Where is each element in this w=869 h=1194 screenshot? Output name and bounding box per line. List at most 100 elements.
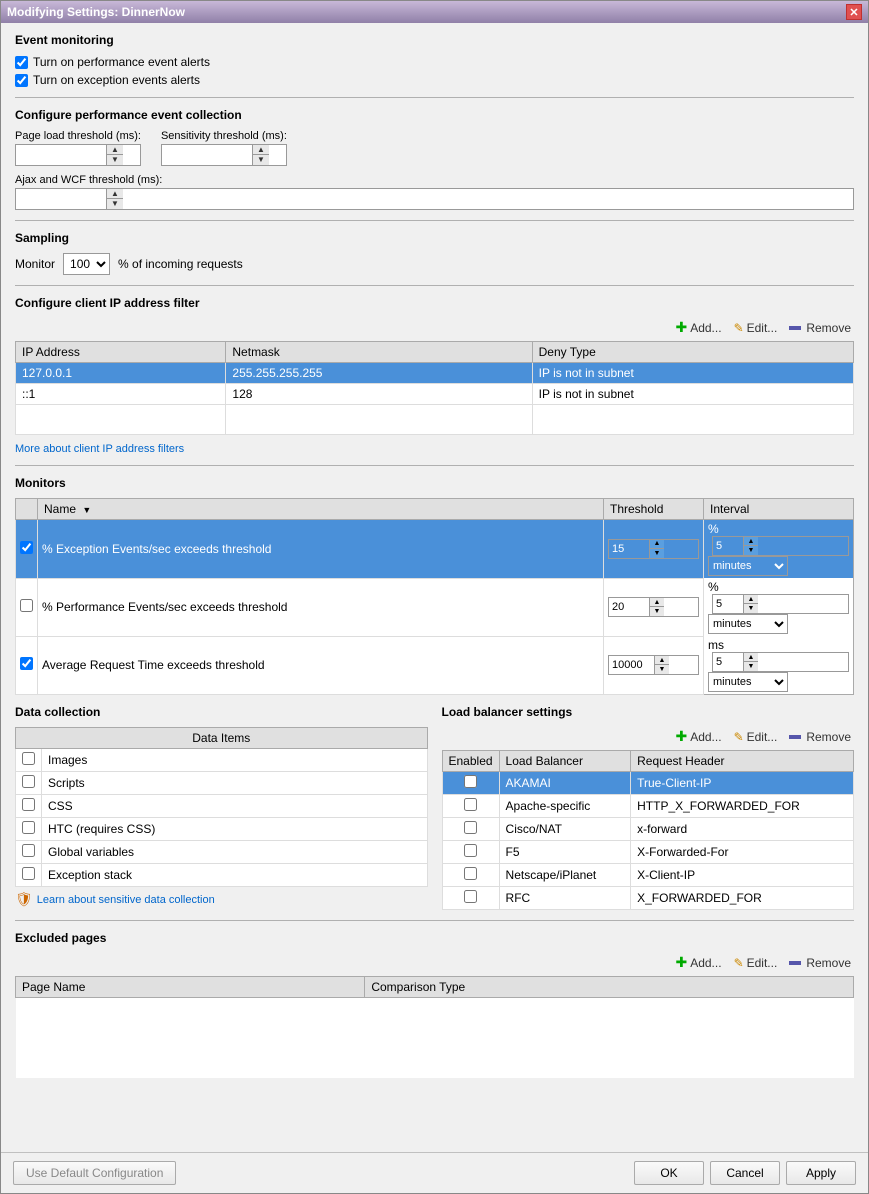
mon-row1-threshold[interactable] (609, 540, 649, 558)
ip-add-button[interactable]: ✚ Add... (672, 318, 724, 337)
table-row[interactable]: RFC X_FORWARDED_FOR (442, 887, 854, 910)
mon-row2-thresh-up[interactable]: ▲ (650, 598, 664, 607)
ajax-field: Ajax and WCF threshold (ms): 5000 ▲ ▼ (15, 174, 854, 210)
mon-row3-threshold[interactable] (609, 656, 654, 674)
page-load-down[interactable]: ▼ (107, 155, 123, 165)
add-icon: ✚ (675, 728, 687, 745)
ajax-down[interactable]: ▼ (107, 199, 123, 209)
lb-row6-check[interactable] (464, 890, 477, 903)
ajax-up[interactable]: ▲ (107, 189, 123, 199)
lb-row3-check[interactable] (464, 821, 477, 834)
table-row[interactable]: Netscape/iPlanet X-Client-IP (442, 864, 854, 887)
ip-more-link[interactable]: More about client IP address filters (15, 443, 184, 455)
table-row[interactable]: 127.0.0.1 255.255.255.255 IP is not in s… (16, 363, 854, 384)
mon-row1-thresh-down[interactable]: ▼ (650, 549, 664, 558)
list-item: Images (16, 749, 428, 772)
divider-4 (15, 465, 854, 466)
window-title: Modifying Settings: DinnerNow (7, 5, 185, 19)
ip-row1-deny: IP is not in subnet (532, 363, 853, 384)
mon-row2-interval-unit[interactable]: minutes (708, 614, 788, 634)
mon-row3-check[interactable] (20, 657, 33, 670)
mon-row3-thresh-down[interactable]: ▼ (655, 665, 669, 674)
perf-alerts-checkbox[interactable] (15, 56, 28, 69)
ip-add-label: Add... (690, 321, 721, 335)
learn-link[interactable]: Learn about sensitive data collection (37, 894, 215, 906)
mon-row2-thresh-down[interactable]: ▼ (650, 607, 664, 616)
ip-remove-button[interactable]: Remove (786, 320, 854, 336)
table-row[interactable]: % Performance Events/sec exceeds thresho… (16, 578, 854, 636)
lb-row2-check[interactable] (464, 798, 477, 811)
data-scripts-check[interactable] (22, 775, 35, 788)
mon-row2-check[interactable] (20, 599, 33, 612)
sensitivity-down[interactable]: ▼ (253, 155, 269, 165)
lb-col-enabled: Enabled (442, 751, 499, 772)
table-row[interactable]: Average Request Time exceeds threshold ▲… (16, 636, 854, 695)
mon-row1-interval-up[interactable]: ▲ (744, 537, 758, 546)
data-global-check[interactable] (22, 844, 35, 857)
mon-row3-interval-down[interactable]: ▼ (744, 662, 758, 671)
table-row[interactable]: F5 X-Forwarded-For (442, 841, 854, 864)
mon-row1-interval-unit[interactable]: minutes (708, 556, 788, 576)
table-row[interactable]: AKAMAI True-Client-IP (442, 772, 854, 795)
lb-row1-check[interactable] (464, 775, 477, 788)
excluded-add-button[interactable]: ✚ Add... (672, 953, 724, 972)
data-exception-check[interactable] (22, 867, 35, 880)
mon-row2-interval-spin: ▲ ▼ (712, 594, 849, 614)
sampling-select[interactable]: 100 50 25 10 1 (63, 253, 110, 275)
lb-remove-button[interactable]: Remove (786, 729, 854, 745)
mon-row3-interval[interactable] (713, 653, 743, 671)
table-row[interactable]: ::1 128 IP is not in subnet (16, 384, 854, 405)
ok-button[interactable]: OK (634, 1161, 704, 1185)
cancel-button[interactable]: Cancel (710, 1161, 780, 1185)
data-scripts-label: Scripts (42, 772, 428, 795)
table-row[interactable]: % Exception Events/sec exceeds threshold… (16, 520, 854, 579)
page-load-input[interactable]: 15000 (16, 145, 106, 165)
divider-2 (15, 220, 854, 221)
mon-row2-threshold[interactable] (609, 598, 649, 616)
monitors-table: Name ▼ Threshold Interval % Exception Ev… (15, 498, 854, 695)
table-row[interactable]: Apache-specific HTTP_X_FORWARDED_FOR (442, 795, 854, 818)
mon-row3-interval-unit[interactable]: minutes (708, 672, 788, 692)
mon-row2-interval-down[interactable]: ▼ (744, 604, 758, 613)
lb-row4-name: F5 (499, 841, 631, 864)
ajax-input[interactable]: 5000 (16, 189, 106, 209)
divider-5 (15, 920, 854, 921)
lb-row4-check[interactable] (464, 844, 477, 857)
exception-alerts-checkbox[interactable] (15, 74, 28, 87)
mon-row1-thresh-up[interactable]: ▲ (650, 540, 664, 549)
lb-add-button[interactable]: ✚ Add... (672, 727, 724, 746)
excluded-edit-button[interactable]: ✎ Edit... (731, 955, 781, 971)
data-htc-check[interactable] (22, 821, 35, 834)
mon-row3-thresh-up[interactable]: ▲ (655, 656, 669, 665)
lb-row5-check[interactable] (464, 867, 477, 880)
perf-alerts-row: Turn on performance event alerts (15, 55, 854, 69)
mon-row2-interval-up[interactable]: ▲ (744, 595, 758, 604)
lb-col-header: Request Header (631, 751, 854, 772)
sensitivity-input[interactable]: 3000 (162, 145, 252, 165)
ajax-label: Ajax and WCF threshold (ms): (15, 174, 854, 186)
page-load-up[interactable]: ▲ (107, 145, 123, 155)
default-config-button[interactable]: Use Default Configuration (13, 1161, 176, 1185)
mon-row1-name: % Exception Events/sec exceeds threshold (38, 520, 604, 579)
lb-title: Load balancer settings (442, 705, 855, 719)
close-button[interactable]: ✕ (846, 4, 862, 20)
table-row[interactable]: Cisco/NAT x-forward (442, 818, 854, 841)
apply-button[interactable]: Apply (786, 1161, 856, 1185)
data-images-check[interactable] (22, 752, 35, 765)
excluded-remove-button[interactable]: Remove (786, 955, 854, 971)
add-icon: ✚ (675, 954, 687, 971)
mon-row1-check[interactable] (20, 541, 33, 554)
sensitivity-spinner: 3000 ▲ ▼ (161, 144, 287, 166)
data-exception-label: Exception stack (42, 864, 428, 887)
lb-col-name: Load Balancer (499, 751, 631, 772)
mon-row1-interval[interactable] (713, 537, 743, 555)
mon-row1-interval-down[interactable]: ▼ (744, 546, 758, 555)
title-bar: Modifying Settings: DinnerNow ✕ (1, 1, 868, 23)
ip-edit-button[interactable]: ✎ Edit... (731, 320, 781, 336)
lb-edit-button[interactable]: ✎ Edit... (731, 729, 781, 745)
lb-row5-header: X-Client-IP (631, 864, 854, 887)
data-css-check[interactable] (22, 798, 35, 811)
mon-row2-interval[interactable] (713, 595, 743, 613)
mon-row3-interval-up[interactable]: ▲ (744, 653, 758, 662)
sensitivity-up[interactable]: ▲ (253, 145, 269, 155)
